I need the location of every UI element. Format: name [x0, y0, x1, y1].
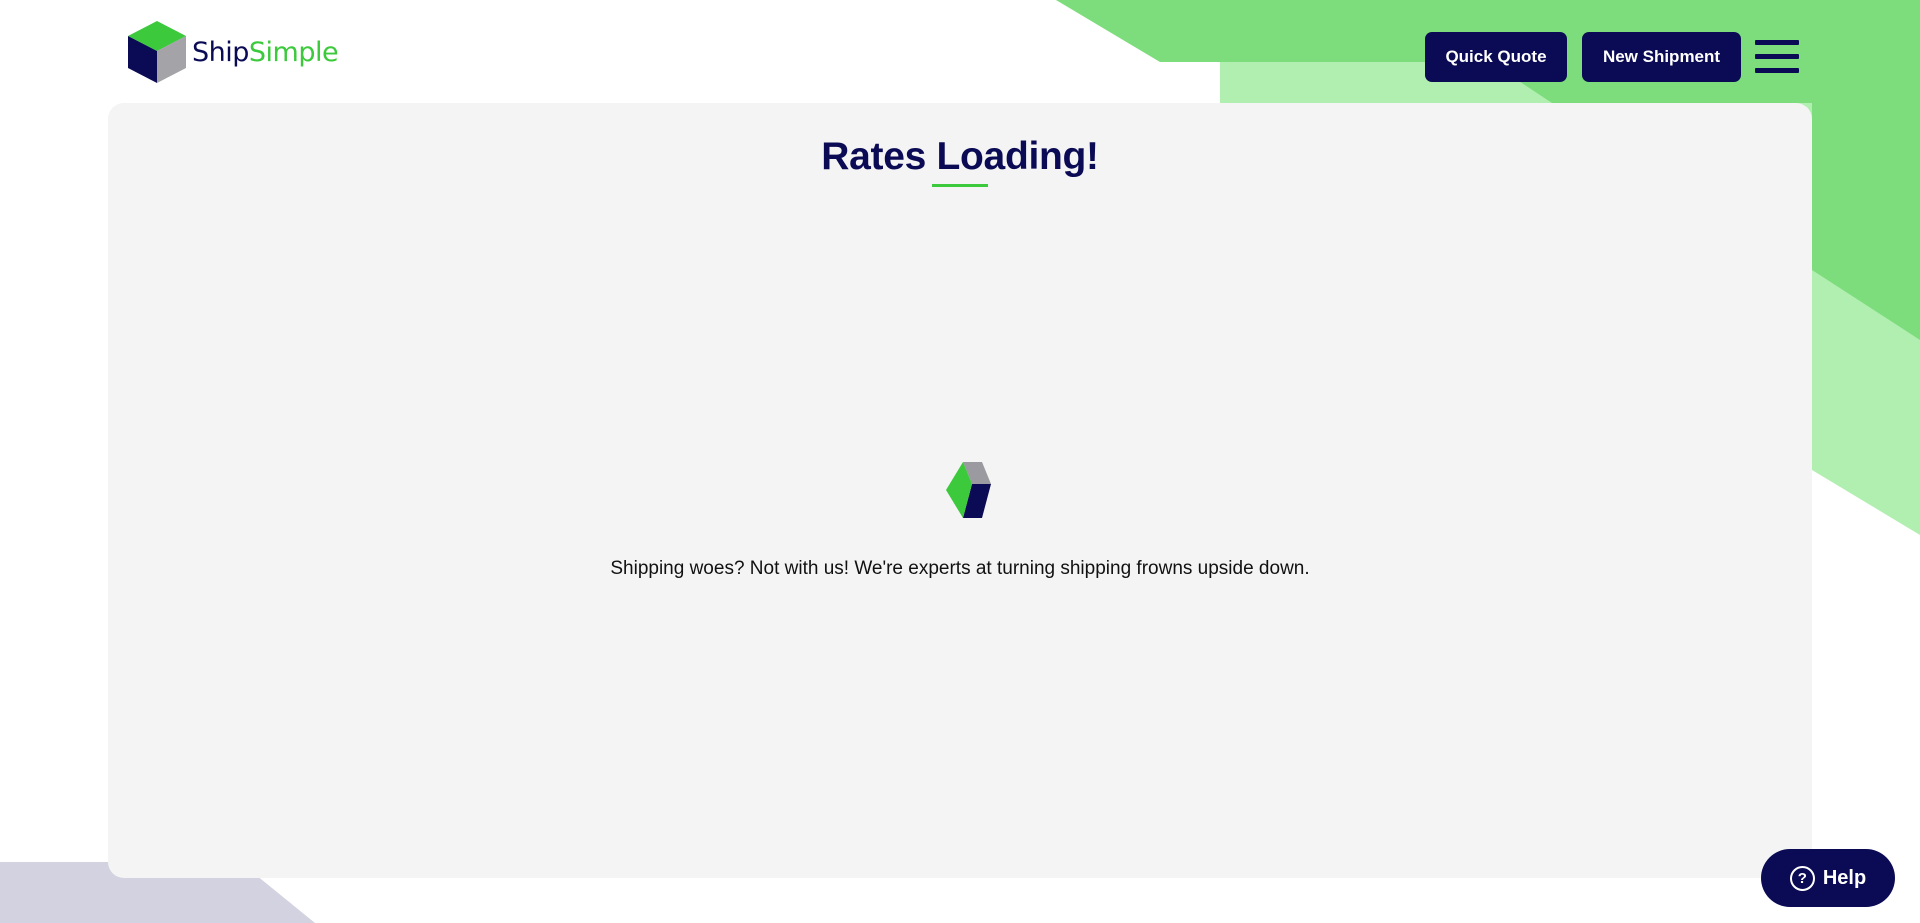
site-header: Ship Simple Quick Quote New Shipment	[0, 0, 1920, 100]
logo-text-simple: Simple	[248, 36, 339, 68]
hamburger-menu-icon[interactable]	[1754, 37, 1800, 77]
page-title: Rates Loading!	[821, 135, 1099, 178]
page: Ship Simple Quick Quote New Shipment Rate…	[0, 0, 1920, 923]
menu-line	[1755, 68, 1799, 73]
help-label: Help	[1822, 866, 1867, 889]
quick-quote-button[interactable]: Quick Quote	[1425, 32, 1567, 82]
title-underline	[932, 184, 988, 187]
shipsimple-logo[interactable]: Ship Simple	[126, 20, 339, 84]
logo-text-ship: Ship	[192, 36, 249, 68]
menu-line	[1755, 40, 1799, 45]
question-circle-icon: ?	[1789, 865, 1815, 891]
help-button[interactable]: ? Help	[1761, 849, 1895, 907]
menu-line	[1755, 54, 1799, 59]
logo-cube-icon	[128, 21, 186, 83]
logo-wordmark: Ship Simple	[192, 36, 339, 68]
new-shipment-button[interactable]: New Shipment	[1582, 32, 1741, 82]
loading-message: Shipping woes? Not with us! We're expert…	[610, 558, 1310, 579]
rates-loading-card: Rates Loading! Shipping woes? Not with u…	[108, 103, 1812, 878]
cube-loader-icon	[946, 462, 991, 518]
